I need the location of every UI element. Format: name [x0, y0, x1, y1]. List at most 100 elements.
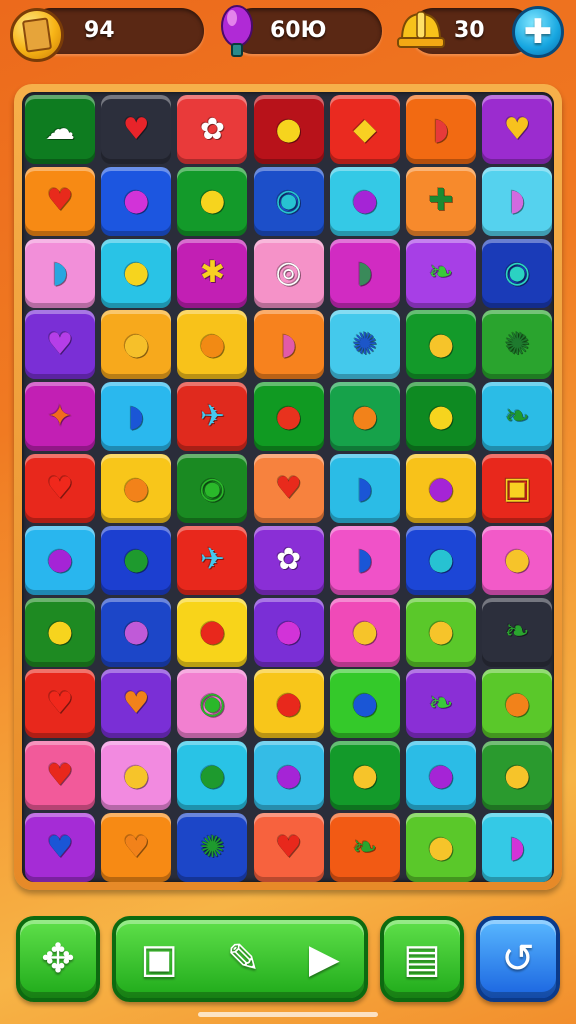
tile-r6-c6[interactable]: ● [406, 454, 476, 523]
tile-r8-c4[interactable]: ● [253, 597, 324, 667]
tile-r6-c1[interactable]: ♥ [25, 454, 95, 523]
gold-coin-icon[interactable] [10, 8, 64, 62]
tile-r2-c5[interactable]: ● [329, 166, 400, 236]
tile-r3-c1[interactable]: ◗ [25, 238, 95, 308]
chest-icon: ▤ [403, 936, 441, 982]
tile-r4-c7[interactable]: ✺ [482, 310, 553, 380]
tile-r2-c1[interactable]: ♥ [25, 166, 95, 236]
tile-r5-c5[interactable]: ● [329, 382, 400, 452]
tile-r5-c1[interactable]: ✦ [25, 382, 95, 452]
tile-r3-c2[interactable]: ● [101, 238, 172, 308]
tile-r10-c4[interactable]: ● [253, 741, 324, 811]
tile-r8-c1[interactable]: ● [25, 597, 95, 667]
tile-r7-c7[interactable]: ● [482, 525, 553, 595]
undo-button[interactable]: ↺ [476, 916, 560, 1002]
home-indicator[interactable] [198, 1012, 378, 1017]
add-currency-button[interactable]: ✚ [512, 6, 564, 58]
candy-piece-icon: ✺ [352, 326, 378, 362]
tile-r11-c2[interactable]: ♥ [101, 813, 172, 882]
tile-r1-c2[interactable]: ♥ [101, 95, 172, 164]
tile-r1-c1[interactable]: ☁ [25, 95, 95, 164]
tile-r11-c5[interactable]: ❧ [329, 813, 400, 882]
tile-r7-c4[interactable]: ✿ [253, 525, 324, 595]
tile-r3-c7[interactable]: ◉ [482, 238, 553, 308]
tile-r3-c6[interactable]: ❧ [406, 238, 476, 308]
tile-r6-c3[interactable]: ◉ [177, 454, 248, 523]
tile-r4-c4[interactable]: ◗ [253, 310, 324, 380]
tile-r2-c4[interactable]: ◉ [253, 166, 324, 236]
purple-gem-icon[interactable] [218, 2, 256, 58]
tile-r1-c3[interactable]: ✿ [177, 95, 248, 164]
tile-r11-c6[interactable]: ● [406, 813, 476, 882]
tile-r7-c1[interactable]: ● [25, 525, 95, 595]
shop-button[interactable]: ▤ [380, 916, 464, 1002]
candy-piece-icon: ✈ [199, 398, 225, 434]
candy-piece-icon: ▣ [503, 470, 532, 506]
tile-r6-c5[interactable]: ◗ [329, 454, 400, 523]
tile-r1-c5[interactable]: ◆ [329, 95, 400, 164]
tile-r10-c2[interactable]: ● [101, 741, 172, 811]
tile-r7-c6[interactable]: ● [406, 525, 476, 595]
tile-r2-c2[interactable]: ● [101, 166, 172, 236]
tile-r9-c1[interactable]: ♥ [25, 669, 95, 739]
tile-r8-c3[interactable]: ● [177, 597, 248, 667]
tile-r1-c4[interactable]: ● [253, 95, 324, 164]
tile-r6-c7[interactable]: ▣ [482, 454, 553, 523]
tile-r11-c7[interactable]: ◗ [482, 813, 553, 882]
tile-r4-c5[interactable]: ✺ [329, 310, 400, 380]
tile-r9-c5[interactable]: ● [329, 669, 400, 739]
tile-r8-c6[interactable]: ● [406, 597, 476, 667]
tile-r4-c3[interactable]: ● [177, 310, 248, 380]
tile-r6-c4[interactable]: ♥ [253, 454, 324, 523]
tile-r5-c6[interactable]: ● [406, 382, 476, 452]
play-icon[interactable]: ▶ [309, 939, 340, 979]
tile-r1-c7[interactable]: ♥ [482, 95, 553, 164]
candy-piece-icon: ● [123, 326, 150, 362]
tile-r11-c3[interactable]: ✺ [177, 813, 248, 882]
tile-r8-c7[interactable]: ❧ [482, 597, 553, 667]
frame-icon[interactable]: ▣ [140, 939, 178, 979]
tile-r8-c5[interactable]: ● [329, 597, 400, 667]
tile-r7-c5[interactable]: ◗ [329, 525, 400, 595]
tile-r9-c3[interactable]: ◉ [177, 669, 248, 739]
tile-r9-c2[interactable]: ♥ [101, 669, 172, 739]
tile-r7-c2[interactable]: ● [101, 525, 172, 595]
brush-icon[interactable]: ✎ [227, 939, 261, 979]
candy-piece-icon: ♥ [46, 326, 74, 362]
tile-r10-c5[interactable]: ● [329, 741, 400, 811]
tile-r4-c2[interactable]: ● [101, 310, 172, 380]
tile-r5-c3[interactable]: ✈ [177, 382, 248, 452]
candy-piece-icon: ♥ [122, 111, 150, 147]
tile-r9-c6[interactable]: ❧ [406, 669, 476, 739]
tile-r3-c3[interactable]: ✱ [177, 238, 248, 308]
tile-r10-c7[interactable]: ● [482, 741, 553, 811]
tile-r9-c7[interactable]: ● [482, 669, 553, 739]
game-board[interactable]: ☁ ♥ ✿ ● ◆ ◗ ♥ ♥ ● ● ◉ ● ✚ ◗ ◗ ● ✱ ◎ ◗ ❧ ◉ ♥ ● ● ◗ ✺ ● ✺ ✦ ◗ ✈ ● ● ● ❧ ♥ ● ◉ ♥ ◗… [22, 92, 554, 882]
tile-r5-c4[interactable]: ● [253, 382, 324, 452]
tile-r9-c4[interactable]: ● [253, 669, 324, 739]
tile-r10-c1[interactable]: ♥ [25, 741, 95, 811]
tile-r5-c2[interactable]: ◗ [101, 382, 172, 452]
tile-r7-c3[interactable]: ✈ [177, 525, 248, 595]
candy-piece-icon: ● [275, 685, 302, 721]
tile-r2-c3[interactable]: ● [177, 166, 248, 236]
tile-r6-c2[interactable]: ● [101, 454, 172, 523]
tile-r8-c2[interactable]: ● [101, 597, 172, 667]
tile-r4-c1[interactable]: ♥ [25, 310, 95, 380]
tile-r2-c6[interactable]: ✚ [406, 166, 476, 236]
tile-r3-c4[interactable]: ◎ [253, 238, 324, 308]
tile-r4-c6[interactable]: ● [406, 310, 476, 380]
tile-r11-c4[interactable]: ♥ [253, 813, 324, 882]
tile-r10-c6[interactable]: ● [406, 741, 476, 811]
tile-r11-c1[interactable]: ♥ [25, 813, 95, 882]
tile-r2-c7[interactable]: ◗ [482, 166, 553, 236]
shuffle-button[interactable]: ✥ [16, 916, 100, 1002]
candy-piece-icon: ✦ [47, 398, 73, 434]
helmets-counter: 30 [454, 18, 485, 43]
tile-r1-c6[interactable]: ◗ [406, 95, 476, 164]
tile-r5-c7[interactable]: ❧ [482, 382, 553, 452]
candy-piece-icon: ♥ [46, 685, 74, 721]
hard-hat-icon[interactable] [396, 6, 446, 54]
tile-r10-c3[interactable]: ● [177, 741, 248, 811]
tile-r3-c5[interactable]: ◗ [329, 238, 400, 308]
